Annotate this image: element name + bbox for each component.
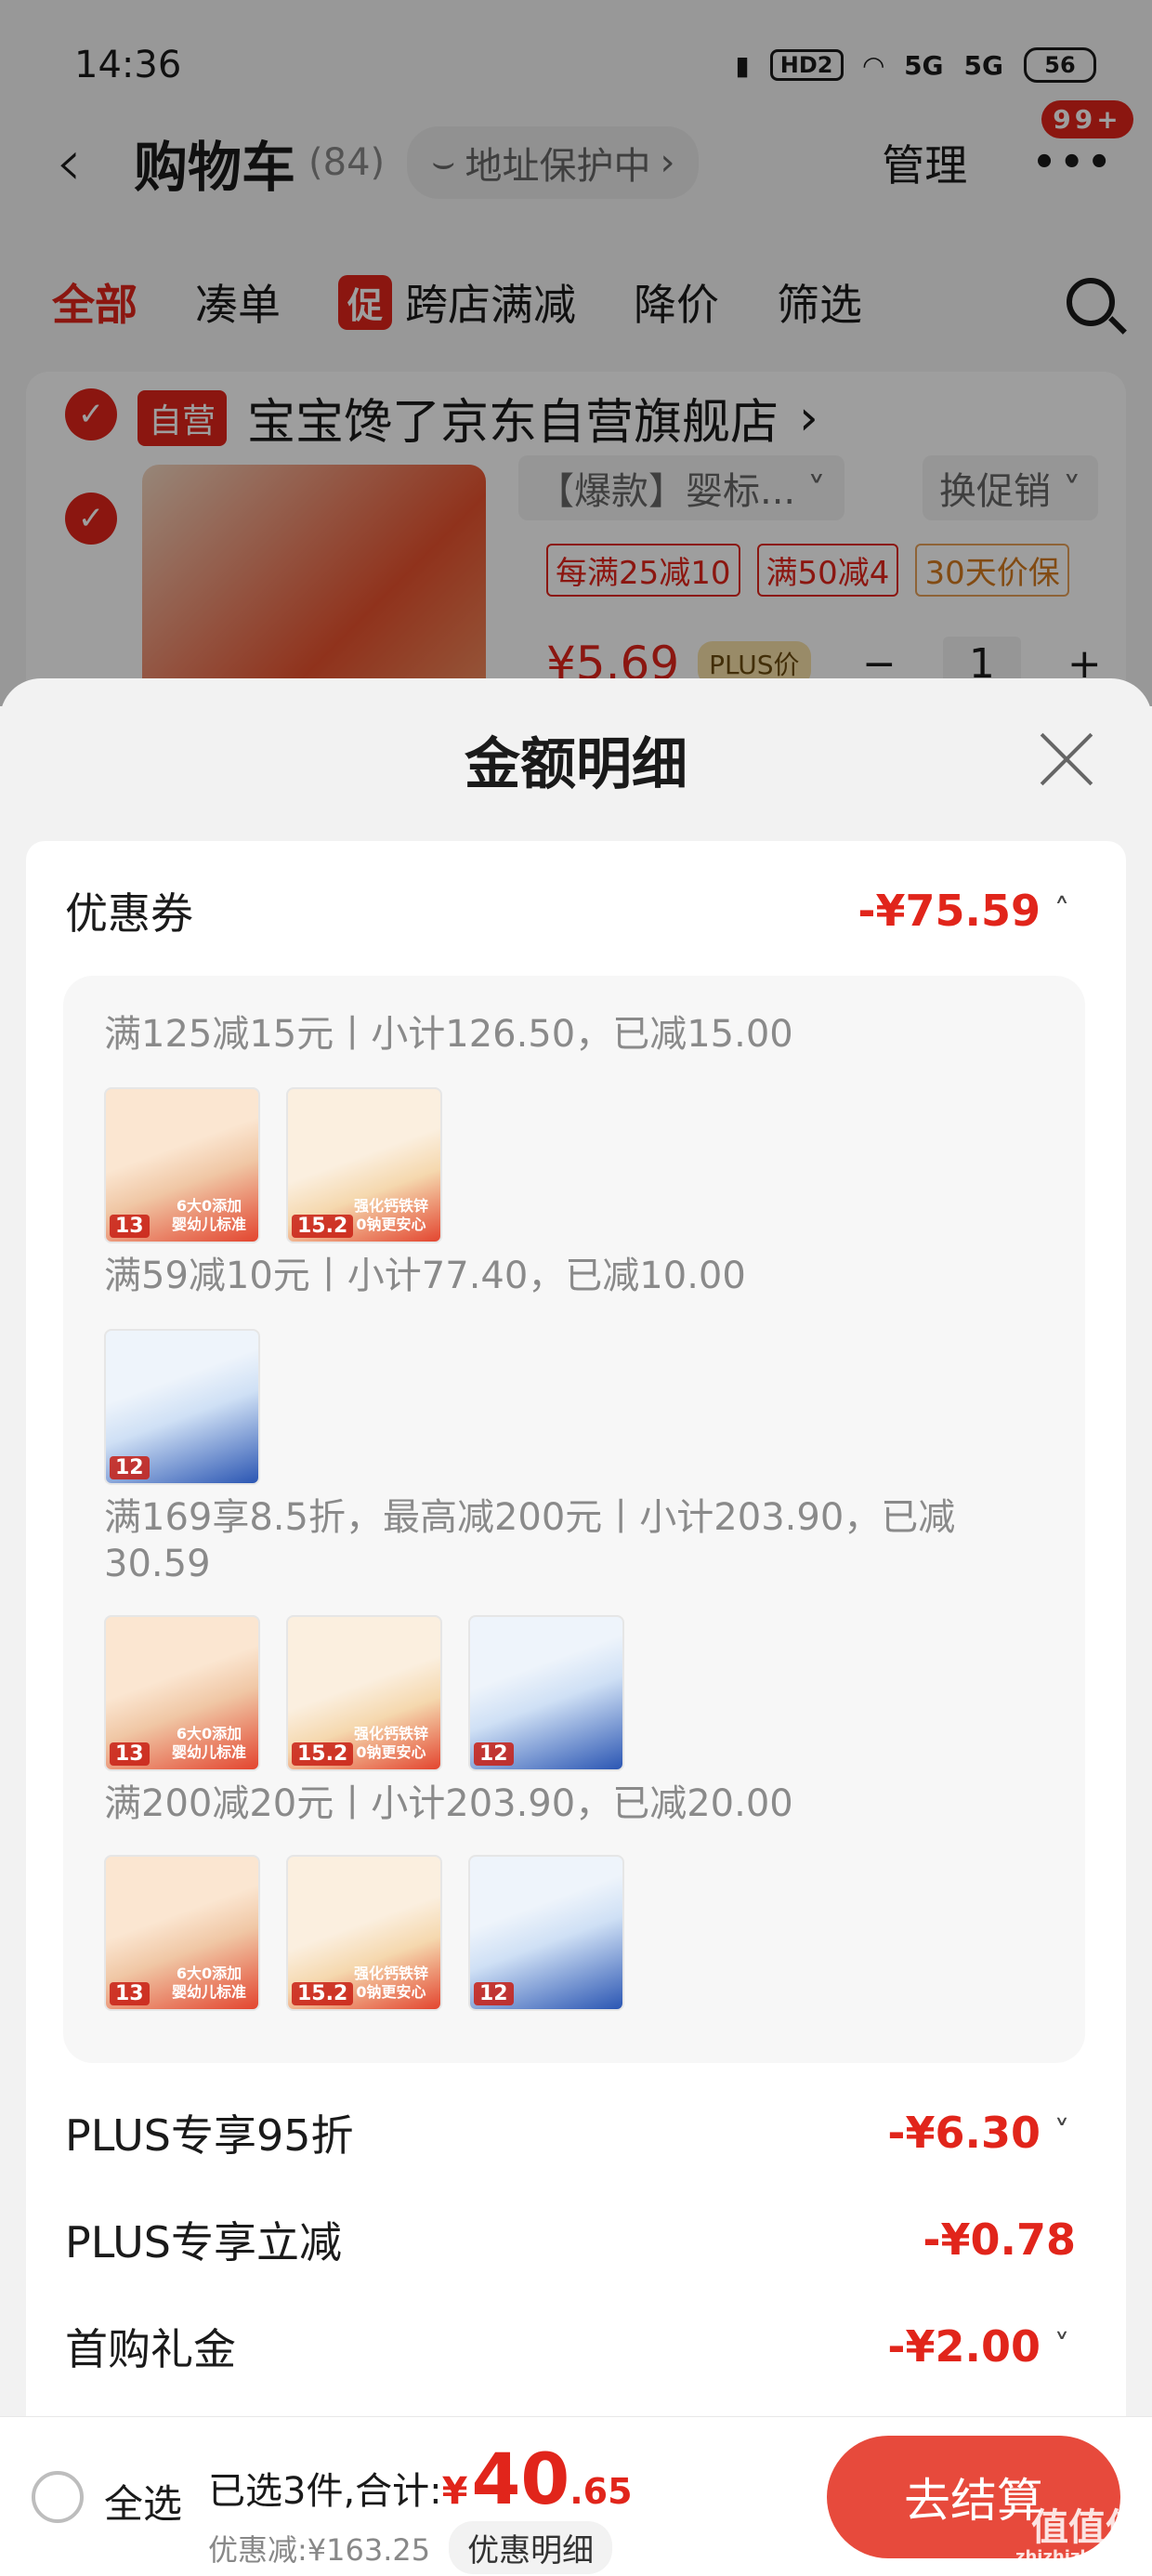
saving-amount: 优惠减:¥163.25 — [208, 2531, 431, 2568]
product-thumbnail[interactable]: 6大0添加 婴幼儿标准 13 — [104, 1855, 260, 2011]
amount-detail-sheet: 金额明细 优惠券 -¥75.59 ˄ 满125减15元丨小计126.50，已减1… — [0, 678, 1152, 2576]
first-gift-amount: -¥2.00 — [887, 2321, 1041, 2372]
coupon-rule: 满125减15元丨小计126.50，已减15.00 — [104, 1013, 793, 1056]
rule-items: 6大0添加 婴幼儿标准 13 强化钙铁锌 0钠更安心 15.2 — [104, 1087, 442, 1243]
select-all-label[interactable]: 全选 — [104, 2473, 182, 2530]
chevron-up-icon: ˄ — [1054, 892, 1070, 929]
plus-discount-row[interactable]: PLUS专享95折 -¥6.30 ˅ — [65, 2091, 1076, 2175]
product-thumbnail[interactable]: 强化钙铁锌 0钠更安心 15.2 — [286, 1855, 442, 2011]
rule-items: 6大0添加 婴幼儿标准 13 强化钙铁锌 0钠更安心 15.2 12 — [104, 1615, 624, 1771]
product-thumbnail[interactable]: 12 — [468, 1855, 624, 2011]
thumb-caption: 强化钙铁锌 0钠更安心 — [353, 1965, 428, 2001]
sheet-header: 金额明细 — [0, 678, 1152, 841]
coupon-amount: -¥75.59 — [857, 886, 1041, 936]
plus-discount-amount: -¥6.30 — [887, 2108, 1041, 2158]
detail-card: 优惠券 -¥75.59 ˄ 满125减15元丨小计126.50，已减15.00 … — [26, 841, 1126, 2435]
close-icon[interactable] — [1037, 729, 1096, 789]
thumb-caption: 6大0添加 婴幼儿标准 — [171, 1725, 246, 1761]
thumb-caption: 强化钙铁锌 0钠更安心 — [353, 1725, 428, 1761]
thumb-price: 12 — [110, 1456, 150, 1479]
saving-line: 优惠减:¥163.25 优惠明细 — [208, 2521, 613, 2574]
thumb-price: 13 — [110, 1742, 150, 1766]
first-gift-label: 首购礼金 — [65, 2324, 236, 2374]
total-currency: ¥ — [441, 2470, 468, 2513]
discount-detail-button[interactable]: 优惠明细 — [449, 2521, 613, 2574]
thumb-price: 12 — [474, 1982, 514, 2005]
sheet-title: 金额明细 — [465, 732, 687, 797]
watermark: 值值值 zhizhizhi.com — [1015, 2507, 1143, 2567]
thumb-price: 15.2 — [292, 1982, 354, 2005]
product-thumbnail[interactable]: 6大0添加 婴幼儿标准 13 — [104, 1615, 260, 1771]
thumb-price: 13 — [110, 1215, 150, 1238]
watermark-url: zhizhizhi.com — [1015, 2547, 1143, 2567]
plus-cut-amount: -¥0.78 — [923, 2215, 1076, 2265]
coupon-rule: 满59减10元丨小计77.40，已减10.00 — [104, 1255, 746, 1297]
thumb-caption: 6大0添加 婴幼儿标准 — [171, 1965, 246, 2001]
plus-discount-label: PLUS专享95折 — [65, 2110, 354, 2161]
chevron-down-icon: ˅ — [1054, 2328, 1070, 2365]
chevron-down-icon: ˅ — [1054, 2114, 1070, 2151]
total-integer: 40 — [471, 2438, 570, 2520]
thumb-price: 13 — [110, 1982, 150, 2005]
coupon-label: 优惠券 — [65, 888, 193, 939]
coupon-rule: 满169享8.5折，最高减200元丨小计203.90，已减30.59 — [104, 1496, 956, 1585]
product-thumbnail[interactable]: 6大0添加 婴幼儿标准 13 — [104, 1087, 260, 1243]
total-line: 已选3件,合计: ¥ 40 .65 — [208, 2438, 633, 2520]
first-gift-row[interactable]: 首购礼金 -¥2.00 ˅ — [65, 2305, 1076, 2388]
thumb-caption: 6大0添加 婴幼儿标准 — [171, 1197, 246, 1233]
coupon-rule: 满200减20元丨小计203.90，已减20.00 — [104, 1782, 793, 1825]
rule-items: 12 — [104, 1329, 260, 1485]
modal-overlay[interactable] — [0, 0, 1152, 706]
plus-cut-label: PLUS专享立减 — [65, 2217, 342, 2267]
thumb-caption: 强化钙铁锌 0钠更安心 — [353, 1197, 428, 1233]
thumb-price: 15.2 — [292, 1742, 354, 1766]
product-thumbnail[interactable]: 强化钙铁锌 0钠更安心 15.2 — [286, 1615, 442, 1771]
total-decimal: .65 — [569, 2471, 633, 2512]
checkout-bar: 全选 已选3件,合计: ¥ 40 .65 优惠减:¥163.25 优惠明细 去结… — [0, 2416, 1152, 2576]
coupon-row[interactable]: 优惠券 -¥75.59 ˄ — [65, 869, 1076, 953]
selected-summary: 已选3件,合计: — [208, 2470, 442, 2513]
thumb-price: 15.2 — [292, 1215, 354, 1238]
select-all-radio[interactable] — [32, 2471, 84, 2523]
product-thumbnail[interactable]: 12 — [104, 1329, 260, 1485]
coupon-detail-box: 满125减15元丨小计126.50，已减15.00 6大0添加 婴幼儿标准 13… — [63, 976, 1085, 2063]
watermark-logo: 值值值 — [1031, 2506, 1143, 2549]
rule-items: 6大0添加 婴幼儿标准 13 强化钙铁锌 0钠更安心 15.2 12 — [104, 1855, 624, 2011]
product-thumbnail[interactable]: 12 — [468, 1615, 624, 1771]
thumb-price: 12 — [474, 1742, 514, 1766]
product-thumbnail[interactable]: 强化钙铁锌 0钠更安心 15.2 — [286, 1087, 442, 1243]
plus-cut-row: PLUS专享立减 -¥0.78 — [65, 2198, 1076, 2281]
